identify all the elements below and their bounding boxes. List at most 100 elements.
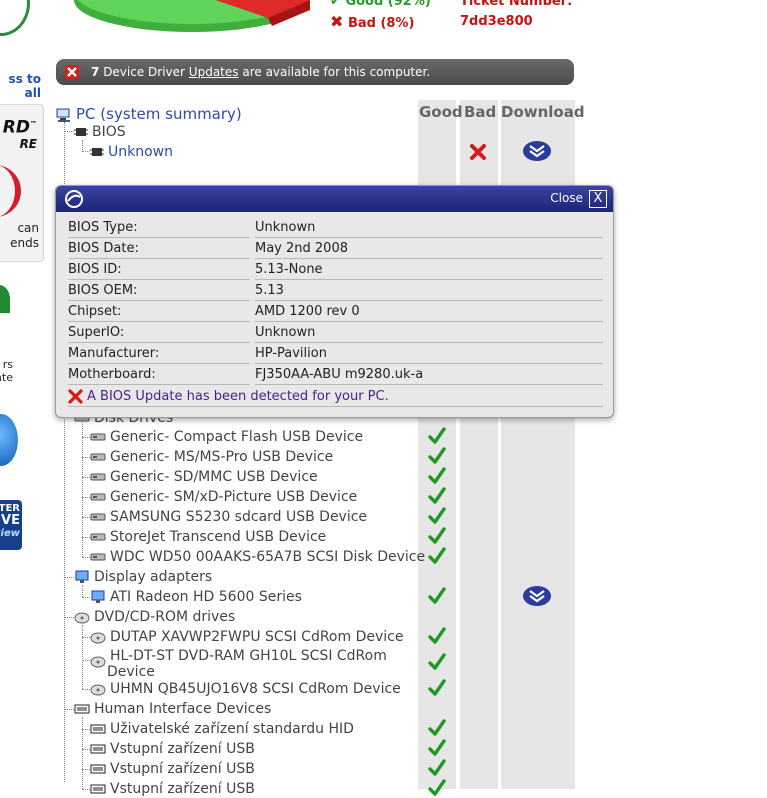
sidebar-ad-box[interactable]: RD™ RE can ends bbox=[0, 104, 44, 262]
green-tool-icon bbox=[0, 285, 10, 313]
popup-row: BIOS Type: Unknown bbox=[68, 218, 603, 238]
globe-icon[interactable] bbox=[0, 414, 18, 466]
popup-row-value: HP-Pavilion bbox=[255, 344, 603, 364]
certified-badge-icon bbox=[0, 0, 30, 36]
cdrom-icon bbox=[90, 656, 106, 668]
popup-row-key: BIOS OEM: bbox=[68, 281, 250, 301]
updates-link[interactable]: Updates bbox=[189, 65, 239, 79]
booster-ad-button[interactable]: TER VE view bbox=[0, 500, 22, 550]
tree-item-dutap[interactable]: DUTAP XAVWP2FWPU SCSI CdRom Device bbox=[90, 628, 403, 646]
green-check-icon bbox=[428, 719, 446, 736]
tree-item-disk[interactable]: Generic- Compact Flash USB Device bbox=[90, 428, 363, 446]
cdrom-icon bbox=[90, 684, 106, 696]
tree-item-hid[interactable]: Vstupní zařízení USB bbox=[90, 740, 255, 758]
tree-item-disk[interactable]: SAMSUNG S5230 sdcard USB Device bbox=[90, 508, 367, 526]
tree-root[interactable]: PC (system summary) bbox=[56, 105, 242, 124]
tree-dvd-drives[interactable]: DVD/CD-ROM drives bbox=[74, 608, 235, 626]
tree-item-disk[interactable]: StoreJet Transcend USB Device bbox=[90, 528, 326, 546]
update-count: 7 bbox=[91, 65, 100, 79]
popup-row-key: BIOS ID: bbox=[68, 260, 250, 280]
popup-row-key: SuperIO: bbox=[68, 323, 250, 343]
health-pie-chart bbox=[74, 0, 310, 32]
popup-row-value: AMD 1200 rev 0 bbox=[255, 302, 603, 322]
popup-row-value: May 2nd 2008 bbox=[255, 239, 603, 259]
bios-update-notice: A BIOS Update has been detected for your… bbox=[68, 386, 603, 407]
green-check-icon bbox=[428, 779, 446, 796]
green-check-icon bbox=[428, 587, 446, 604]
tree-hid[interactable]: Human Interface Devices bbox=[74, 700, 271, 718]
green-check-icon bbox=[428, 547, 446, 564]
tree-display-adapters[interactable]: Display adapters bbox=[74, 568, 212, 586]
disk-icon bbox=[90, 533, 106, 541]
tree-item-hldt-cont: Device bbox=[107, 664, 155, 680]
tree-item-disk[interactable]: Generic- MS/MS-Pro USB Device bbox=[90, 448, 333, 466]
tree-item-uhmn[interactable]: UHMN QB45UJO16V8 SCSI CdRom Device bbox=[90, 680, 401, 698]
tree-item-disk[interactable]: WDC WD50 00AAKS-65A7B SCSI Disk Device bbox=[90, 548, 425, 566]
cdrom-icon bbox=[90, 632, 106, 644]
left-sidebar: ss to all nware RD™ RE canends rsate TER… bbox=[0, 0, 45, 789]
green-check-icon bbox=[428, 427, 446, 444]
bios-info-popup: Close X BIOS Type: Unknown BIOS Date: May 2… bbox=[55, 185, 614, 418]
monitor-icon bbox=[91, 590, 105, 603]
disk-icon bbox=[90, 513, 106, 521]
popup-row-key: BIOS Date: bbox=[68, 239, 250, 259]
red-x-icon bbox=[65, 65, 79, 79]
disk-icon bbox=[90, 433, 106, 441]
check-icon: ✔ bbox=[330, 0, 341, 9]
cdrom-icon bbox=[74, 612, 90, 624]
green-check-icon bbox=[428, 467, 446, 484]
green-check-icon bbox=[428, 447, 446, 464]
green-check-icon bbox=[428, 679, 446, 696]
popup-row-value: FJ350AA-ABU m9280.uk-a bbox=[255, 365, 603, 385]
popup-row-key: Chipset: bbox=[68, 302, 250, 322]
popup-row-value: Unknown bbox=[255, 218, 603, 238]
green-check-icon bbox=[428, 653, 446, 670]
tree-item-hid[interactable]: Vstupní zařízení USB bbox=[90, 780, 255, 798]
popup-row: BIOS OEM: 5.13 bbox=[68, 281, 603, 301]
red-x-icon: ✖ bbox=[330, 12, 344, 31]
popup-row-value: 5.13 bbox=[255, 281, 603, 301]
popup-titlebar: Close X bbox=[56, 186, 613, 212]
popup-row-key: Motherboard: bbox=[68, 365, 250, 385]
green-check-icon bbox=[428, 627, 446, 644]
ticket-number: Ticket Number: 7dd3e800 bbox=[460, 0, 573, 29]
green-check-icon bbox=[428, 759, 446, 776]
sidebar-link-line1: ss to all bbox=[8, 72, 41, 100]
popup-row: Chipset: AMD 1200 rev 0 bbox=[68, 302, 603, 322]
popup-row: Motherboard: FJ350AA-ABU m9280.uk-a bbox=[68, 365, 603, 385]
keyboard-icon bbox=[74, 704, 90, 714]
monitor-icon bbox=[75, 570, 89, 583]
sidebar-ad-brand: RD™ RE bbox=[2, 117, 37, 151]
sidebar-ad-text: can ends bbox=[10, 221, 39, 250]
column-header-bad: Bad bbox=[464, 103, 497, 121]
popup-close-button[interactable]: X bbox=[589, 190, 607, 208]
tree-bios-unknown[interactable]: Unknown bbox=[90, 143, 173, 161]
green-check-icon bbox=[428, 507, 446, 524]
green-check-icon bbox=[428, 527, 446, 544]
column-header-good: Good bbox=[419, 103, 463, 121]
brand-swoosh-icon bbox=[0, 165, 21, 217]
popup-close-label[interactable]: Close bbox=[550, 191, 583, 205]
popup-row: Manufacturer: HP-Pavilion bbox=[68, 344, 603, 364]
disk-icon bbox=[90, 453, 106, 461]
tree-item-disk[interactable]: Generic- SD/MMC USB Device bbox=[90, 468, 318, 486]
updates-banner: 7 Device Driver Updates are available fo… bbox=[56, 59, 574, 85]
popup-row-value: 5.13-None bbox=[255, 260, 603, 280]
tree-item-disk[interactable]: Generic- SM/xD-Picture USB Device bbox=[90, 488, 357, 506]
app-logo-icon bbox=[65, 190, 83, 208]
popup-row-value: Unknown bbox=[255, 323, 603, 343]
tree-bios[interactable]: BIOS bbox=[74, 123, 126, 141]
chip-icon bbox=[90, 148, 104, 156]
tree-item-hid[interactable]: Uživatelské zařízení standardu HID bbox=[90, 720, 354, 738]
popup-row: BIOS ID: 5.13-None bbox=[68, 260, 603, 280]
tree-item-hid[interactable]: Vstupní zařízení USB bbox=[90, 760, 255, 778]
tree-item-ati[interactable]: ATI Radeon HD 5600 Series bbox=[90, 588, 302, 606]
download-chevron-icon[interactable] bbox=[522, 140, 552, 162]
green-check-icon bbox=[428, 739, 446, 756]
popup-row: BIOS Date: May 2nd 2008 bbox=[68, 239, 603, 259]
download-chevron-icon[interactable] bbox=[522, 585, 552, 607]
keyboard-icon bbox=[90, 764, 106, 774]
red-x-icon bbox=[68, 389, 83, 404]
keyboard-icon bbox=[90, 724, 106, 734]
disk-icon bbox=[90, 493, 106, 501]
